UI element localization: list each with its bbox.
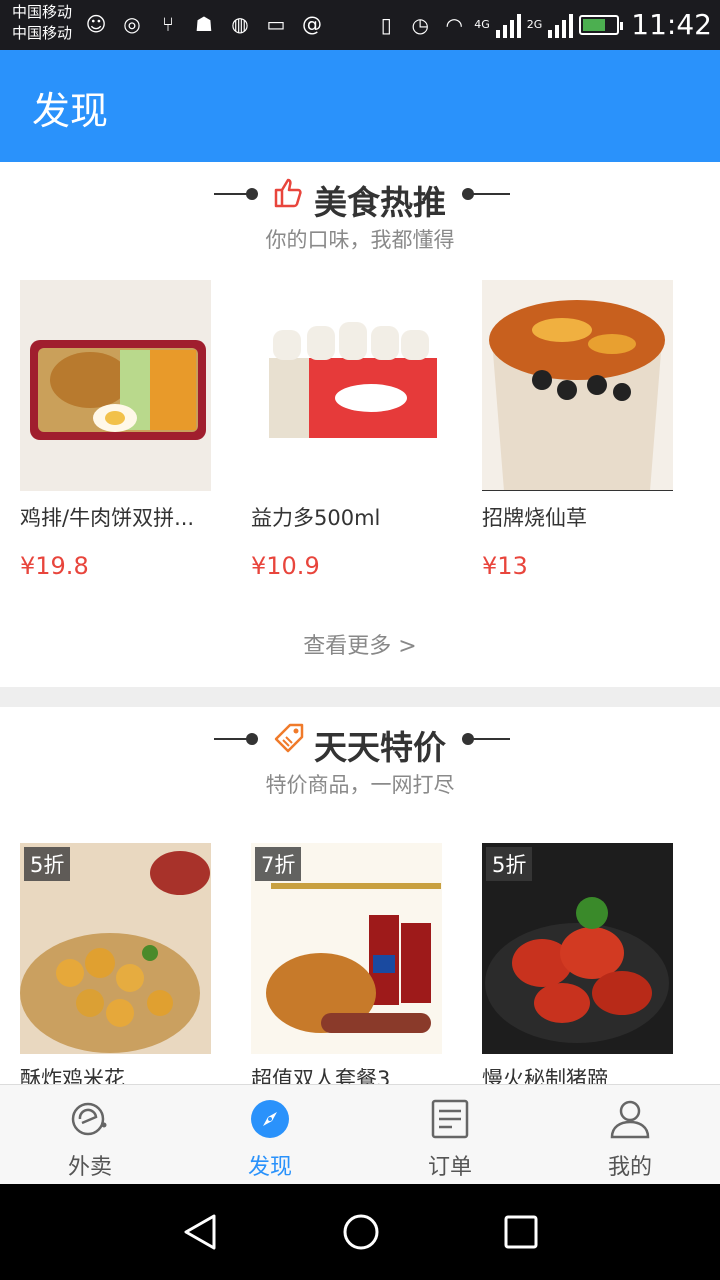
compass-icon bbox=[251, 1100, 289, 1138]
wifi-icon: ◠ bbox=[445, 12, 463, 37]
carrier-1: 中国移动 bbox=[12, 3, 73, 21]
signal-2-icon bbox=[548, 12, 574, 38]
location-icon: ◎ bbox=[123, 12, 141, 36]
deal-card[interactable]: 5折 酥炸鸡米花 bbox=[20, 843, 212, 1084]
wechat-icon: ◍ bbox=[231, 12, 249, 36]
featured-title: 美食热推 bbox=[314, 183, 446, 222]
discount-badge: 5折 bbox=[486, 847, 533, 881]
food-name: 益力多500ml bbox=[251, 506, 381, 530]
deal-name: 慢火秘制猪蹄 bbox=[482, 1067, 608, 1084]
message-icon: ▭ bbox=[266, 12, 286, 36]
food-name: 鸡排/牛肉饼双拼... bbox=[20, 506, 195, 530]
divider-dot bbox=[246, 733, 258, 745]
divider-line bbox=[470, 193, 510, 195]
back-icon[interactable] bbox=[178, 1210, 222, 1254]
view-more-link[interactable]: 查看更多 > bbox=[0, 628, 720, 660]
featured-subtitle: 你的口味，我都懂得 bbox=[265, 228, 455, 252]
featured-header: 美食热推 bbox=[0, 176, 720, 222]
deals-subtitle: 特价商品，一网打尽 bbox=[265, 773, 455, 797]
tab-label: 订单 bbox=[427, 1155, 472, 1180]
tab-discover[interactable]: 发现 bbox=[180, 1085, 360, 1185]
face-icon: ☺ bbox=[85, 12, 107, 36]
deals-header: 天天特价 bbox=[0, 721, 720, 767]
food-price: ¥13 bbox=[482, 552, 528, 580]
status-bar: 中国移动 中国移动 ☺ ◎ ⑂ ☗ ◍ ▭ @ ▯ ◷ ◠ 4G 2G 11:4… bbox=[0, 0, 720, 50]
order-list-icon bbox=[431, 1099, 469, 1139]
thumbs-up-icon bbox=[274, 178, 302, 208]
tab-takeout[interactable]: 外卖 bbox=[0, 1085, 180, 1185]
food-price: ¥10.9 bbox=[251, 552, 320, 580]
notification-icons: ☺ ◎ ⑂ ☗ ◍ ▭ @ bbox=[82, 10, 326, 38]
deal-name: 超值双人套餐3 bbox=[251, 1067, 391, 1084]
divider-dot bbox=[246, 188, 258, 200]
discover-feed[interactable]: 美食热推 你的口味，我都懂得 鸡排/牛肉饼双拼... ¥19.8 益力多500m… bbox=[0, 162, 720, 1084]
food-image bbox=[482, 280, 673, 491]
app-bar: 发现 bbox=[0, 50, 720, 162]
food-image bbox=[251, 280, 442, 491]
tab-profile[interactable]: 我的 bbox=[540, 1085, 720, 1185]
recent-apps-icon[interactable] bbox=[499, 1210, 543, 1254]
deal-card[interactable]: 5折 慢火秘制猪蹄 bbox=[482, 843, 674, 1084]
food-card[interactable]: 鸡排/牛肉饼双拼... ¥19.8 bbox=[20, 280, 212, 580]
deal-card[interactable]: 7折 超值双人套餐3 bbox=[251, 843, 443, 1084]
takeout-icon bbox=[71, 1102, 107, 1136]
food-card[interactable]: 益力多500ml ¥10.9 bbox=[251, 280, 443, 580]
person-icon bbox=[610, 1100, 650, 1139]
deal-name: 酥炸鸡米花 bbox=[20, 1067, 125, 1084]
deals-title: 天天特价 bbox=[314, 728, 446, 767]
battery-icon bbox=[579, 14, 624, 35]
network-type-1: 4G bbox=[474, 18, 490, 31]
usb-icon: ⑂ bbox=[162, 12, 174, 36]
alarm-icon: ◷ bbox=[411, 12, 429, 37]
android-icon: ☗ bbox=[195, 12, 213, 36]
food-image bbox=[20, 280, 211, 491]
at-icon: @ bbox=[302, 12, 322, 36]
deals-section: 天天特价 特价商品，一网打尽 5折 酥炸鸡米花 7折 超值双人套餐3 5折 慢火… bbox=[0, 707, 720, 1084]
network-type-2: 2G bbox=[526, 18, 543, 31]
section-divider bbox=[0, 687, 720, 707]
price-tag-icon bbox=[274, 723, 304, 753]
carrier-2: 中国移动 bbox=[12, 24, 73, 42]
tab-orders[interactable]: 订单 bbox=[360, 1085, 540, 1185]
home-icon[interactable] bbox=[339, 1210, 383, 1254]
featured-section: 美食热推 你的口味，我都懂得 鸡排/牛肉饼双拼... ¥19.8 益力多500m… bbox=[0, 162, 720, 687]
system-indicators: ▯ ◷ ◠ 4G 2G 11:42 bbox=[372, 8, 712, 41]
page-title: 发现 bbox=[32, 89, 109, 133]
tab-label: 我的 bbox=[607, 1155, 652, 1180]
signal-1-icon bbox=[495, 12, 521, 38]
tab-label: 外卖 bbox=[67, 1155, 112, 1180]
tab-label: 发现 bbox=[247, 1155, 292, 1180]
divider-line bbox=[470, 738, 510, 740]
discount-badge: 5折 bbox=[24, 847, 71, 881]
deal-image: 7折 bbox=[251, 843, 442, 1054]
bottom-tab-bar: 外卖 发现 订单 我的 bbox=[0, 1084, 720, 1184]
food-price: ¥19.8 bbox=[20, 552, 89, 580]
deal-image: 5折 bbox=[482, 843, 673, 1054]
clock: 11:42 bbox=[631, 8, 712, 41]
food-card[interactable]: 招牌烧仙草 ¥13 bbox=[482, 280, 674, 580]
deal-image: 5折 bbox=[20, 843, 211, 1054]
vibrate-icon: ▯ bbox=[380, 12, 392, 37]
system-navigation-bar bbox=[0, 1184, 720, 1280]
carrier-labels: 中国移动 中国移动 bbox=[12, 2, 72, 44]
food-name: 招牌烧仙草 bbox=[482, 506, 587, 530]
discount-badge: 7折 bbox=[255, 847, 302, 881]
